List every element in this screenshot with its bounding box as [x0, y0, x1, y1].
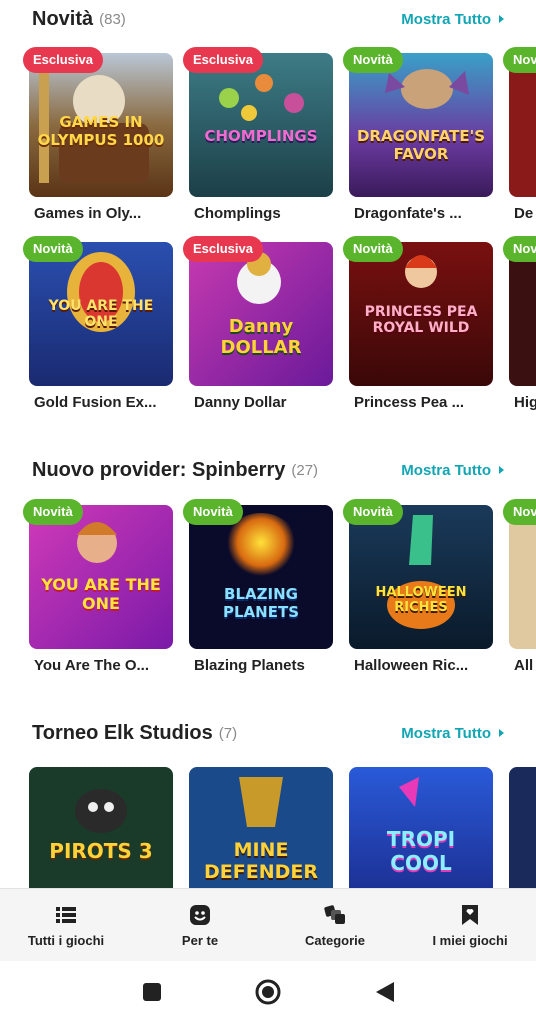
show-all-link[interactable]: Mostra Tutto	[401, 454, 504, 486]
section-title: Torneo Elk Studios	[32, 721, 213, 744]
new-badge: Novità	[23, 236, 83, 262]
categories-icon	[324, 905, 345, 924]
section-header: Novità (83) Mostra Tutto	[32, 3, 504, 35]
list-icon	[56, 907, 76, 923]
game-thumbnail[interactable]	[509, 242, 536, 386]
nav-label: Per te	[181, 933, 219, 948]
game-thumbnail[interactable]: TROPI COOL	[349, 767, 493, 888]
game-art-title: DRAGONFATE'S FAVOR	[356, 127, 486, 163]
chevron-right-icon	[499, 15, 504, 23]
new-badge: Nov	[503, 499, 536, 525]
game-art-title: MINE DEFENDER	[204, 839, 318, 883]
game-title[interactable]: De	[514, 205, 536, 222]
game-art-title: YOU ARE THE ONE	[41, 575, 161, 613]
home-icon[interactable]	[255, 979, 281, 1005]
game-title[interactable]: Princess Pea ...	[354, 394, 504, 411]
nav-label: Tutti i giochi	[27, 933, 105, 948]
game-title[interactable]: Halloween Ric...	[354, 657, 504, 674]
nav-for-you[interactable]: Per te	[160, 889, 240, 962]
exclusive-badge: Esclusiva	[23, 47, 103, 73]
game-title[interactable]: Gold Fusion Ex...	[34, 394, 184, 411]
game-thumbnail[interactable]: MINE DEFENDER	[189, 767, 333, 888]
game-thumbnail[interactable]	[509, 767, 536, 888]
game-thumbnail[interactable]: PIROTS 3	[29, 767, 173, 888]
game-art-title: PIROTS 3	[49, 839, 153, 863]
nav-label: I miei giochi	[432, 933, 508, 948]
game-title[interactable]: Dragonfate's ...	[354, 205, 504, 222]
game-row: YOU ARE THE ONE Novità Gold Fusion Ex...…	[0, 236, 536, 422]
game-art-title: BLAZING PLANETS	[223, 585, 299, 621]
game-thumbnail[interactable]: Danny DOLLAR	[189, 242, 333, 386]
smiley-icon	[190, 905, 210, 925]
nav-my-games[interactable]: I miei giochi	[420, 889, 520, 962]
game-thumbnail[interactable]: DRAGONFATE'S FAVOR	[349, 53, 493, 197]
section-count: (83)	[99, 10, 126, 28]
game-art-title: YOU ARE THE ONE	[48, 298, 154, 330]
game-title[interactable]: Chomplings	[194, 205, 344, 222]
game-title[interactable]: Hig	[514, 394, 536, 411]
new-badge: Nov	[503, 47, 536, 73]
new-badge: Nov	[503, 236, 536, 262]
system-navigation-bar	[0, 961, 536, 1024]
new-badge: Novità	[343, 47, 403, 73]
new-badge: Novità	[183, 499, 243, 525]
section-header: Nuovo provider: Spinberry (27) Mostra Tu…	[32, 454, 504, 486]
new-badge: Novità	[343, 499, 403, 525]
game-thumbnail[interactable]: GAMES IN OLYMPUS 1000	[29, 53, 173, 197]
chevron-right-icon	[499, 729, 504, 737]
nav-label: Categorie	[305, 933, 365, 948]
game-art-title: Danny DOLLAR	[220, 316, 302, 358]
show-all-label: Mostra Tutto	[401, 461, 491, 479]
show-all-label: Mostra Tutto	[401, 724, 491, 742]
nav-all-games[interactable]: Tutti i giochi	[18, 889, 114, 962]
nav-categories[interactable]: Categorie	[290, 889, 380, 962]
game-title[interactable]: You Are The O...	[34, 657, 184, 674]
section-title: Nuovo provider: Spinberry	[32, 458, 286, 481]
game-thumbnail[interactable]	[509, 53, 536, 197]
game-title[interactable]: Blazing Planets	[194, 657, 344, 674]
new-badge: Novità	[343, 236, 403, 262]
game-thumbnail[interactable]	[509, 505, 536, 649]
show-all-label: Mostra Tutto	[401, 10, 491, 28]
game-row: GAMES IN OLYMPUS 1000 Esclusiva Games in…	[0, 47, 536, 233]
show-all-link[interactable]: Mostra Tutto	[401, 3, 504, 35]
game-row: YOU ARE THE ONE Novità You Are The O... …	[0, 499, 536, 685]
game-thumbnail[interactable]: YOU ARE THE ONE	[29, 242, 173, 386]
bottom-navigation: Tutti i giochi Per te Categorie I miei g…	[0, 888, 536, 962]
game-art-title: TROPI COOL	[386, 827, 456, 875]
game-title[interactable]: Games in Oly...	[34, 205, 184, 222]
chevron-right-icon	[499, 466, 504, 474]
section-count: (27)	[291, 461, 319, 479]
game-thumbnail[interactable]: CHOMPLINGS	[189, 53, 333, 197]
game-art-title: HALLOWEEN RICHES	[375, 585, 467, 615]
game-thumbnail[interactable]: YOU ARE THE ONE	[29, 505, 173, 649]
game-title[interactable]: Danny Dollar	[194, 394, 344, 411]
back-icon[interactable]	[374, 981, 396, 1003]
bookmark-icon	[462, 905, 478, 925]
game-art-title: PRINCESS PEA ROYAL WILD	[364, 304, 478, 336]
section-header: Torneo Elk Studios (7) Mostra Tutto	[32, 717, 504, 749]
game-art-title: GAMES IN OLYMPUS 1000	[37, 113, 165, 149]
section-title: Novità	[32, 7, 94, 30]
exclusive-badge: Esclusiva	[183, 47, 263, 73]
game-thumbnail[interactable]: PRINCESS PEA ROYAL WILD	[349, 242, 493, 386]
game-art-title: CHOMPLINGS	[204, 127, 318, 145]
section-count: (7)	[218, 724, 238, 742]
game-title[interactable]: All	[514, 657, 536, 674]
exclusive-badge: Esclusiva	[183, 236, 263, 262]
show-all-link[interactable]: Mostra Tutto	[401, 717, 504, 749]
new-badge: Novità	[23, 499, 83, 525]
game-lobby-scroll[interactable]: Novità (83) Mostra Tutto GAMES IN OLYMPU…	[0, 0, 536, 888]
game-thumbnail[interactable]: HALLOWEEN RICHES	[349, 505, 493, 649]
game-row: PIROTS 3 MINE DEFENDER TROPI COOL	[0, 767, 536, 888]
recent-apps-icon[interactable]	[141, 981, 163, 1003]
game-thumbnail[interactable]: BLAZING PLANETS	[189, 505, 333, 649]
